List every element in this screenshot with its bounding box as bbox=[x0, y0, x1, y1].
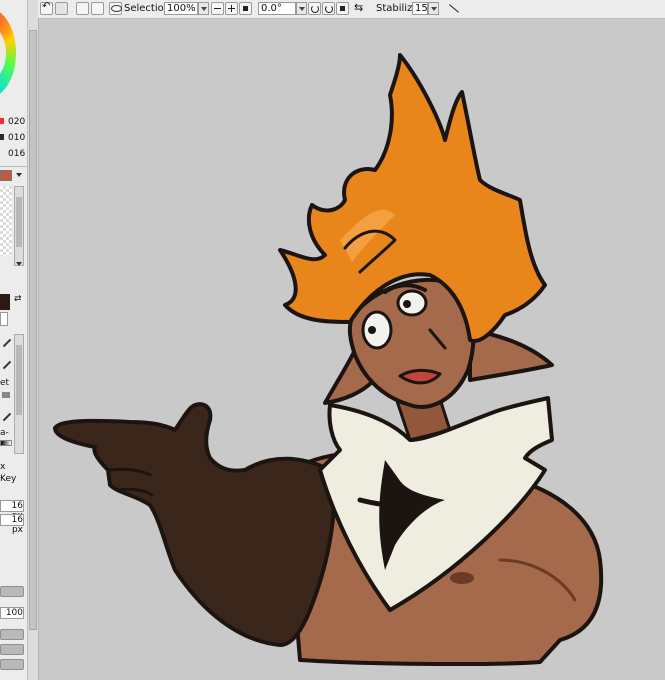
brush-size-field[interactable]: 16 px bbox=[0, 500, 24, 521]
chest-mark bbox=[450, 572, 474, 584]
min-size-value: 16 px bbox=[11, 515, 23, 535]
tool-label: a- bbox=[0, 428, 9, 438]
option-label: x bbox=[0, 462, 6, 472]
rotate-right-icon bbox=[325, 5, 333, 13]
divider bbox=[0, 166, 27, 167]
swatch-red bbox=[0, 118, 4, 124]
mixer-scrollbar[interactable] bbox=[14, 186, 24, 266]
swap-colors-icon[interactable]: ⇄ bbox=[14, 294, 22, 304]
panel-scrollbar[interactable] bbox=[27, 0, 38, 680]
panel-button[interactable] bbox=[0, 586, 24, 597]
density-field[interactable]: 100 bbox=[0, 607, 24, 619]
eraser-tool-icon[interactable] bbox=[2, 392, 10, 398]
eye-right bbox=[396, 289, 428, 317]
zoom-in-button[interactable] bbox=[225, 2, 238, 15]
eye-left bbox=[361, 310, 393, 350]
pupil-left bbox=[368, 326, 376, 334]
swatch-row[interactable]: 016 bbox=[0, 148, 28, 160]
color-dropdown[interactable] bbox=[14, 170, 24, 181]
plus-icon-vertical bbox=[231, 5, 232, 12]
top-toolbar: ↶ Selection 100% 0.0° ⇆ Stabilizer 15 bbox=[38, 0, 665, 19]
eye-icon bbox=[111, 5, 122, 12]
undo-button[interactable]: ↶ bbox=[40, 1, 53, 15]
stabilizer-field[interactable]: 15 bbox=[412, 2, 428, 15]
invert-selection-button[interactable] bbox=[91, 2, 104, 15]
left-tool-panel: 020 010 016 ⇄ et a- x Key 16 px 16 px 10… bbox=[0, 0, 39, 680]
rotate-right-button[interactable] bbox=[322, 2, 335, 15]
current-color-chip[interactable] bbox=[0, 170, 12, 181]
primary-color[interactable] bbox=[0, 294, 10, 310]
fit-view-button[interactable] bbox=[239, 2, 252, 15]
rotate-left-button[interactable] bbox=[308, 2, 321, 15]
marker-tool-icon[interactable] bbox=[2, 412, 12, 422]
swatch-value: 010 bbox=[8, 133, 26, 143]
stabilizer-value: 15 bbox=[415, 3, 428, 14]
panel-button[interactable] bbox=[0, 644, 24, 655]
drawing-canvas[interactable] bbox=[39, 19, 665, 680]
zoom-value: 100% bbox=[167, 3, 196, 14]
swatch-value: 016 bbox=[8, 149, 26, 159]
deselect-button[interactable] bbox=[76, 2, 89, 15]
reset-rotation-button[interactable] bbox=[336, 2, 349, 15]
redo-button[interactable] bbox=[55, 2, 68, 15]
panel-button[interactable] bbox=[0, 659, 24, 670]
square-icon bbox=[340, 6, 345, 11]
tool-scrollbar[interactable] bbox=[14, 334, 24, 454]
rotation-dropdown[interactable] bbox=[296, 2, 307, 15]
line-tool-icon[interactable] bbox=[449, 4, 459, 13]
zoom-out-button[interactable] bbox=[211, 2, 224, 15]
tool-label: et bbox=[0, 378, 10, 388]
density-value: 100 bbox=[5, 608, 23, 618]
secondary-color[interactable] bbox=[0, 312, 8, 326]
scroll-thumb[interactable] bbox=[29, 30, 37, 630]
gradient-tool-icon[interactable] bbox=[0, 440, 12, 446]
color-mixer-area[interactable] bbox=[0, 186, 12, 256]
rotation-value: 0.0° bbox=[261, 3, 282, 14]
pen-tool-icon[interactable] bbox=[2, 338, 12, 348]
option-label: Key bbox=[0, 474, 17, 484]
zoom-dropdown[interactable] bbox=[198, 2, 209, 15]
scroll-thumb[interactable] bbox=[16, 345, 22, 415]
rotate-left-icon bbox=[311, 5, 319, 13]
pupil-right bbox=[403, 300, 411, 308]
flip-horizontal-icon[interactable]: ⇆ bbox=[354, 2, 363, 14]
swatch-dark bbox=[0, 134, 4, 140]
panel-button[interactable] bbox=[0, 629, 24, 640]
swatch-row[interactable]: 020 bbox=[0, 116, 28, 128]
zoom-field[interactable]: 100% bbox=[164, 2, 198, 15]
swatch-row[interactable]: 010 bbox=[0, 132, 28, 144]
brush-tool-icon[interactable] bbox=[2, 360, 12, 370]
stabilizer-dropdown[interactable] bbox=[428, 2, 439, 15]
min-size-field[interactable]: 16 px bbox=[0, 514, 24, 535]
dropdown-arrow[interactable] bbox=[14, 260, 24, 268]
minus-icon bbox=[214, 8, 221, 9]
rotation-field[interactable]: 0.0° bbox=[258, 2, 296, 15]
undo-icon: ↶ bbox=[42, 1, 51, 12]
show-selection-button[interactable] bbox=[109, 2, 122, 15]
swatch-value: 020 bbox=[8, 117, 26, 127]
square-icon bbox=[243, 6, 248, 11]
scroll-thumb[interactable] bbox=[16, 197, 22, 247]
